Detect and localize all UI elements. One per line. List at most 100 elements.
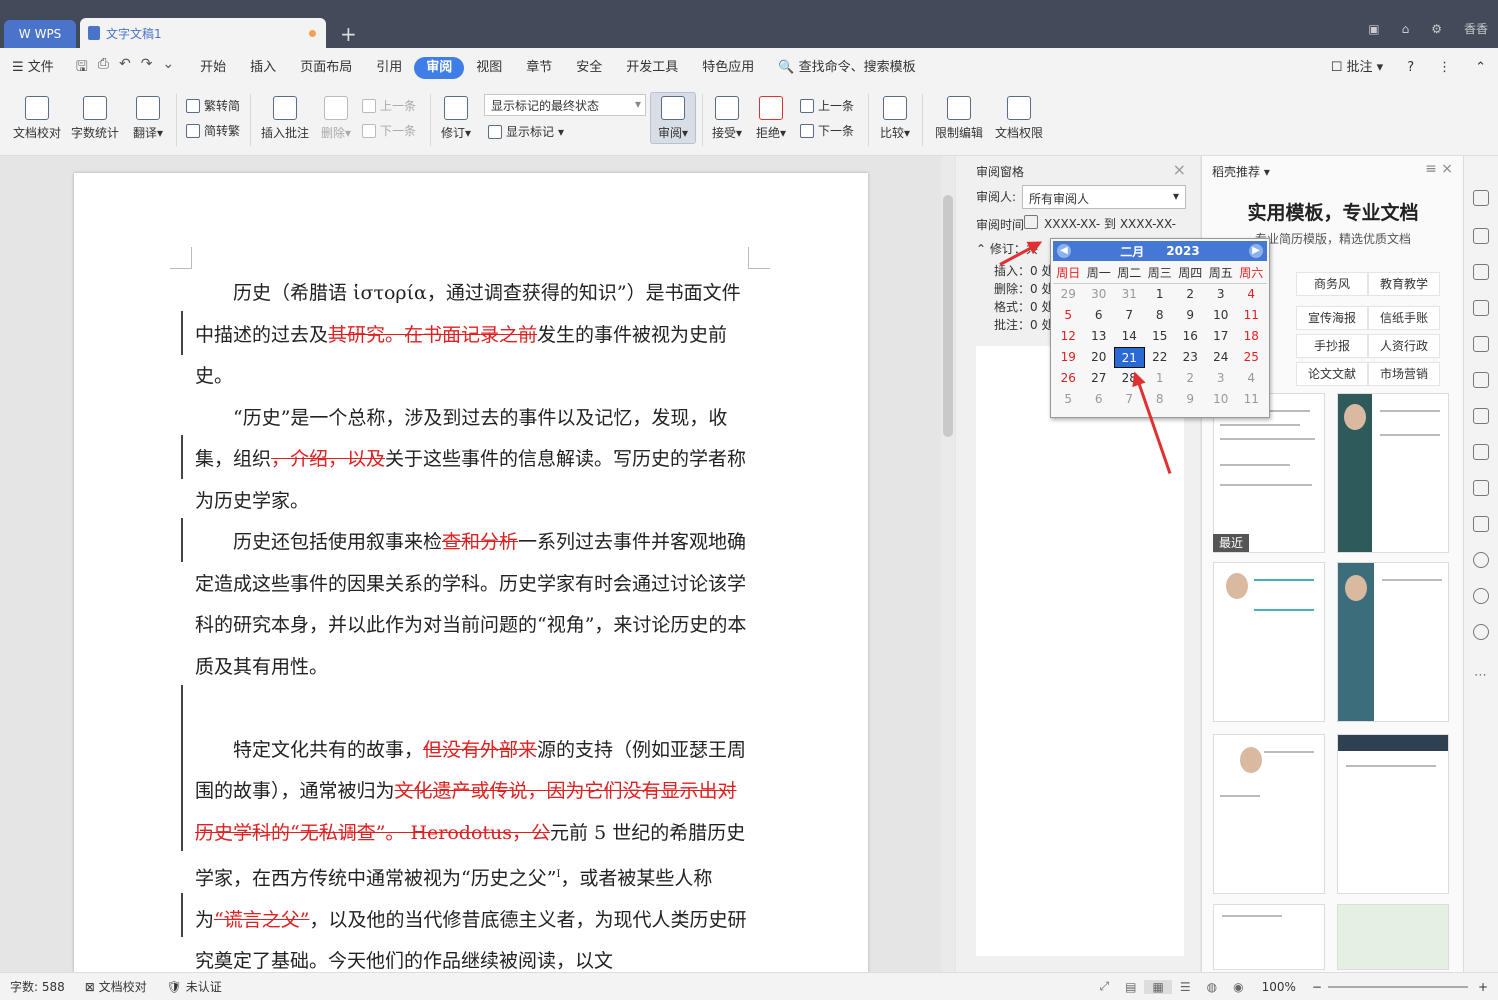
calendar-day[interactable]: 13 [1084, 326, 1115, 347]
style-icon[interactable] [1473, 300, 1489, 316]
edit-icon[interactable] [1473, 190, 1489, 206]
calendar-day[interactable]: 11 [1236, 389, 1267, 410]
menu-item-review[interactable]: 审阅 [414, 57, 465, 79]
history-icon[interactable] [1473, 588, 1489, 604]
calendar-day[interactable]: 22 [1145, 347, 1176, 368]
document-tab[interactable]: 文字文稿1 [80, 18, 326, 48]
shapes-icon[interactable] [1473, 264, 1489, 280]
doc-permission-button[interactable]: 文档权限 [992, 96, 1046, 141]
translate-icon[interactable] [1473, 444, 1489, 460]
table-icon[interactable] [1473, 336, 1489, 352]
next-comment-button[interactable]: 下一条 [362, 122, 416, 139]
calendar-day[interactable]: 27 [1084, 368, 1115, 389]
category-hr[interactable]: 人资行政 [1368, 334, 1440, 358]
adjust-icon[interactable] [1473, 372, 1489, 388]
calendar-day[interactable]: 2 [1175, 284, 1206, 305]
more-icon[interactable]: ⋮ [1426, 57, 1463, 79]
calendar-day[interactable]: 10 [1206, 305, 1237, 326]
template-thumbnail[interactable] [1337, 393, 1449, 553]
delete-comment-button[interactable]: 删除▾ [318, 96, 354, 141]
category-marketing[interactable]: 市场营销 [1368, 362, 1440, 386]
calendar-day[interactable]: 12 [1053, 326, 1084, 347]
print-preview-icon[interactable]: ⎙ [98, 56, 109, 80]
user-name[interactable]: 香香 [1464, 20, 1488, 37]
calendar-day[interactable]: 23 [1175, 347, 1206, 368]
word-count-status[interactable]: 字数: 588 [0, 978, 75, 995]
calendar-day[interactable]: 20 [1084, 347, 1115, 368]
calendar-day[interactable]: 26 [1053, 368, 1084, 389]
word-count-button[interactable]: 字数统计 [70, 96, 120, 141]
template-thumbnail[interactable] [1213, 904, 1325, 970]
collapse-ribbon-icon[interactable]: ⌃ [1463, 57, 1498, 79]
certification-status[interactable]: 🛡 未认证 [157, 978, 232, 995]
menu-item-features[interactable]: 特色应用 [690, 57, 766, 79]
menu-item-start[interactable]: 开始 [188, 57, 238, 79]
web-view-icon[interactable]: ◍ [1199, 980, 1225, 994]
save-icon[interactable]: 🖫 [76, 56, 88, 80]
calendar-day[interactable]: 10 [1206, 389, 1237, 410]
next-change-button[interactable]: 下一条 [800, 122, 854, 139]
calendar-day[interactable]: 16 [1175, 326, 1206, 347]
calendar-day[interactable]: 17 [1206, 326, 1237, 347]
track-changes-button[interactable]: 修订▾ [436, 96, 476, 141]
zoom-slider[interactable] [1327, 985, 1468, 988]
category-papers[interactable]: 论文文献 [1296, 362, 1368, 386]
calendar-icon[interactable] [1024, 215, 1038, 229]
calendar-day[interactable]: 31 [1114, 284, 1145, 305]
menu-item-layout[interactable]: 页面布局 [288, 57, 364, 79]
prev-month-icon[interactable]: ◀ [1057, 244, 1071, 258]
calendar-day[interactable]: 2 [1175, 368, 1206, 389]
read-mode-icon[interactable]: ▤ [1117, 980, 1144, 994]
box-icon[interactable] [1473, 480, 1489, 496]
calendar-day[interactable]: 14 [1114, 326, 1145, 347]
file-menu[interactable]: ☰ 文件 [0, 57, 66, 79]
template-icon[interactable] [1473, 552, 1489, 568]
select-icon[interactable] [1473, 228, 1489, 244]
undo-icon[interactable]: ↶ [119, 56, 131, 80]
redo-icon[interactable]: ↷ [141, 56, 153, 80]
template-thumbnail[interactable] [1213, 734, 1325, 894]
more-icon[interactable]: ⋯ [1474, 668, 1487, 683]
calendar-day[interactable]: 15 [1145, 326, 1176, 347]
simp-to-trad-button[interactable]: 简转繁 [186, 122, 240, 139]
settings-icon[interactable]: ⚙ [1431, 22, 1442, 36]
close-icon[interactable]: × [1173, 160, 1186, 179]
restrict-editing-button[interactable]: 限制编辑 [932, 96, 986, 141]
eye-protect-icon[interactable]: ◉ [1225, 980, 1251, 994]
wps-home-tab[interactable]: W WPS [4, 20, 76, 48]
trad-to-simp-button[interactable]: 繁转简 [186, 97, 240, 114]
outline-view-icon[interactable]: ☰ [1172, 980, 1199, 994]
new-tab-button[interactable]: + [340, 22, 357, 46]
calendar-day[interactable]: 7 [1114, 305, 1145, 326]
template-thumbnail[interactable] [1213, 562, 1325, 722]
category-education[interactable]: 教育教学 [1368, 272, 1440, 296]
template-thumbnail[interactable] [1337, 904, 1449, 970]
menu-item-view[interactable]: 视图 [464, 57, 514, 79]
calendar-day[interactable]: 3 [1206, 284, 1237, 305]
menu-icon[interactable]: ≡ [1425, 161, 1437, 177]
page-view-icon[interactable]: ▦ [1144, 979, 1172, 994]
menu-item-dev-tools[interactable]: 开发工具 [614, 57, 690, 79]
document-page[interactable]: 历史（希腊语 ἱστορία，通过调查获得的知识”）是书面文件中描述的过去及其研… [74, 173, 868, 973]
compare-button[interactable]: 比较▾ [876, 96, 914, 141]
calendar-day[interactable]: 18 [1236, 326, 1267, 347]
calendar-day[interactable]: 8 [1145, 305, 1176, 326]
scrollbar-thumb[interactable] [943, 195, 953, 437]
reject-button[interactable]: 拒绝▾ [752, 96, 790, 141]
calendar-day[interactable]: 1 [1145, 368, 1176, 389]
calendar-day[interactable]: 25 [1236, 347, 1267, 368]
review-time-range[interactable]: XXXX-XX- 到 XXXX-XX- [1044, 215, 1176, 232]
fullscreen-icon[interactable]: ⤢ [1092, 979, 1118, 994]
calendar-day[interactable]: 4 [1236, 284, 1267, 305]
calendar-day[interactable]: 6 [1084, 305, 1115, 326]
calendar-day[interactable]: 21 [1114, 347, 1145, 368]
next-month-icon[interactable]: ▶ [1249, 244, 1263, 258]
prev-change-button[interactable]: 上一条 [800, 97, 854, 114]
date-picker[interactable]: ◀ 二月 2023 ▶ 周日 周一 周二 周三 周四 周五 周六 29 30 31 1 2 3 4 5 6 7 8… [1050, 238, 1270, 418]
command-search[interactable]: 🔍 查找命令、搜索模板 [766, 57, 927, 79]
accept-button[interactable]: 接受▾ [708, 96, 746, 141]
calendar-day[interactable]: 24 [1206, 347, 1237, 368]
calendar-day[interactable]: 5 [1053, 389, 1084, 410]
reviewer-select[interactable]: 所有审阅人 ▾ [1022, 185, 1186, 209]
calendar-day[interactable]: 1 [1145, 284, 1176, 305]
